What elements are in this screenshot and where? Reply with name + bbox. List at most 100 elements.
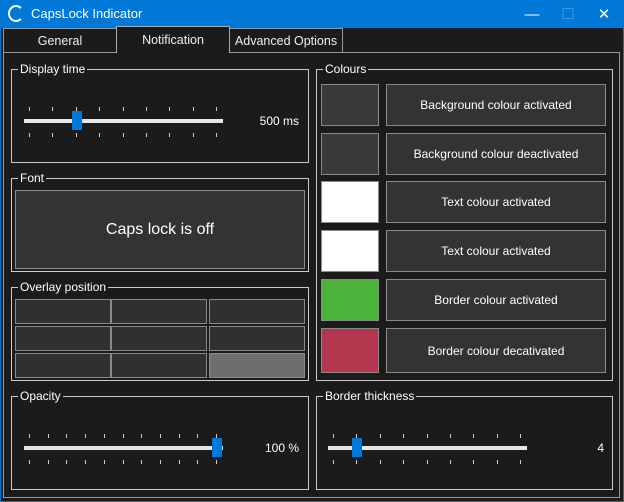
slider-tick: [496, 460, 498, 464]
colour-button[interactable]: Background colour deactivated: [386, 133, 606, 175]
overlay-position-cell[interactable]: [209, 299, 305, 324]
slider-tick: [103, 434, 105, 438]
overlay-position-cell[interactable]: [209, 326, 305, 351]
colour-button[interactable]: Text colour activated: [386, 181, 606, 223]
slider-tick: [333, 460, 334, 464]
slider-tick: [216, 133, 217, 137]
slider-track: [24, 446, 223, 450]
colour-button[interactable]: Border colour activated: [386, 279, 606, 321]
slider-tick: [29, 107, 30, 111]
slider-tick: [29, 434, 30, 438]
colour-button[interactable]: Border colour decativated: [386, 328, 606, 373]
slider-tick: [169, 133, 171, 137]
close-button[interactable]: ✕: [586, 0, 622, 28]
slider-tick: [197, 434, 199, 438]
overlay-position-cell[interactable]: [111, 353, 207, 378]
opacity-label: Opacity: [18, 389, 63, 403]
app-moon-icon: [8, 5, 24, 22]
colour-button[interactable]: Background colour activated: [386, 84, 606, 126]
colour-button[interactable]: Text colour activated: [386, 230, 606, 272]
overlay-position-cell[interactable]: [15, 353, 111, 378]
slider-tick: [178, 460, 180, 464]
colour-swatch[interactable]: [321, 230, 379, 272]
slider-tick: [403, 434, 405, 438]
maximize-button[interactable]: ☐: [550, 0, 586, 28]
minimize-button[interactable]: —: [514, 0, 550, 28]
display-time-slider[interactable]: [24, 103, 223, 139]
slider-thumb[interactable]: [352, 438, 363, 457]
slider-track: [24, 119, 223, 123]
opacity-value: 100 %: [264, 441, 299, 455]
colour-swatch[interactable]: [321, 84, 379, 126]
display-time-label: Display time: [18, 62, 88, 76]
slider-tick: [169, 107, 171, 111]
slider-tick: [520, 434, 521, 438]
slider-tick: [473, 434, 475, 438]
slider-tick: [141, 434, 143, 438]
border-thickness-label: Border thickness: [323, 389, 417, 403]
slider-tick: [159, 460, 161, 464]
slider-tick: [356, 460, 358, 464]
slider-tick: [122, 434, 124, 438]
font-preview-button[interactable]: Caps lock is off: [15, 190, 305, 269]
slider-tick: [141, 460, 143, 464]
window-title: CapsLock Indicator: [31, 6, 143, 21]
overlay-position-cell[interactable]: [111, 326, 207, 351]
overlay-position-cell[interactable]: [111, 299, 207, 324]
slider-tick: [85, 434, 87, 438]
slider-tick: [145, 133, 147, 137]
border-thickness-slider[interactable]: [328, 430, 527, 466]
slider-tick: [122, 107, 124, 111]
slider-tick: [520, 460, 521, 464]
border-thickness-value: 4: [597, 441, 604, 455]
tab-general[interactable]: General: [3, 28, 117, 53]
slider-tick: [145, 107, 147, 111]
slider-tick: [403, 460, 405, 464]
display-time-value: 500 ms: [259, 114, 299, 128]
slider-tick: [47, 434, 49, 438]
tab-advanced-options[interactable]: Advanced Options: [229, 28, 343, 53]
font-label: Font: [18, 171, 47, 185]
colour-swatch[interactable]: [321, 181, 379, 223]
slider-tick: [192, 133, 194, 137]
slider-tick: [75, 133, 77, 137]
slider-tick: [99, 107, 101, 111]
title-bar: CapsLock Indicator — ☐ ✕: [0, 0, 624, 28]
colours-label: Colours: [323, 62, 369, 76]
slider-tick: [52, 107, 54, 111]
slider-tick: [178, 434, 180, 438]
slider-tick: [85, 460, 87, 464]
slider-tick: [192, 107, 194, 111]
slider-tick: [159, 434, 161, 438]
overlay-position-cell[interactable]: [15, 299, 111, 324]
slider-tick: [66, 460, 68, 464]
slider-thumb[interactable]: [71, 111, 82, 130]
colour-swatch[interactable]: [321, 133, 379, 175]
colour-swatch[interactable]: [321, 279, 379, 321]
slider-tick: [29, 133, 30, 137]
slider-tick: [379, 434, 381, 438]
slider-tick: [197, 460, 199, 464]
slider-tick: [122, 460, 124, 464]
slider-tick: [52, 133, 54, 137]
overlay-position-cell[interactable]: [15, 326, 111, 351]
slider-tick: [379, 460, 381, 464]
tab-notification[interactable]: Notification: [116, 26, 230, 53]
slider-tick: [47, 460, 49, 464]
slider-tick: [66, 434, 68, 438]
slider-thumb[interactable]: [212, 438, 222, 457]
slider-tick: [496, 434, 498, 438]
slider-tick: [99, 133, 101, 137]
slider-tick: [449, 434, 451, 438]
slider-tick: [216, 107, 217, 111]
slider-tick: [122, 133, 124, 137]
slider-tick: [426, 434, 428, 438]
slider-tick: [103, 460, 105, 464]
slider-tick: [426, 460, 428, 464]
opacity-slider[interactable]: [24, 430, 223, 466]
colour-swatch[interactable]: [321, 328, 379, 373]
overlay-position-label: Overlay position: [18, 280, 109, 294]
overlay-position-cell[interactable]: [209, 353, 305, 378]
slider-tick: [216, 460, 217, 464]
slider-tick: [333, 434, 334, 438]
